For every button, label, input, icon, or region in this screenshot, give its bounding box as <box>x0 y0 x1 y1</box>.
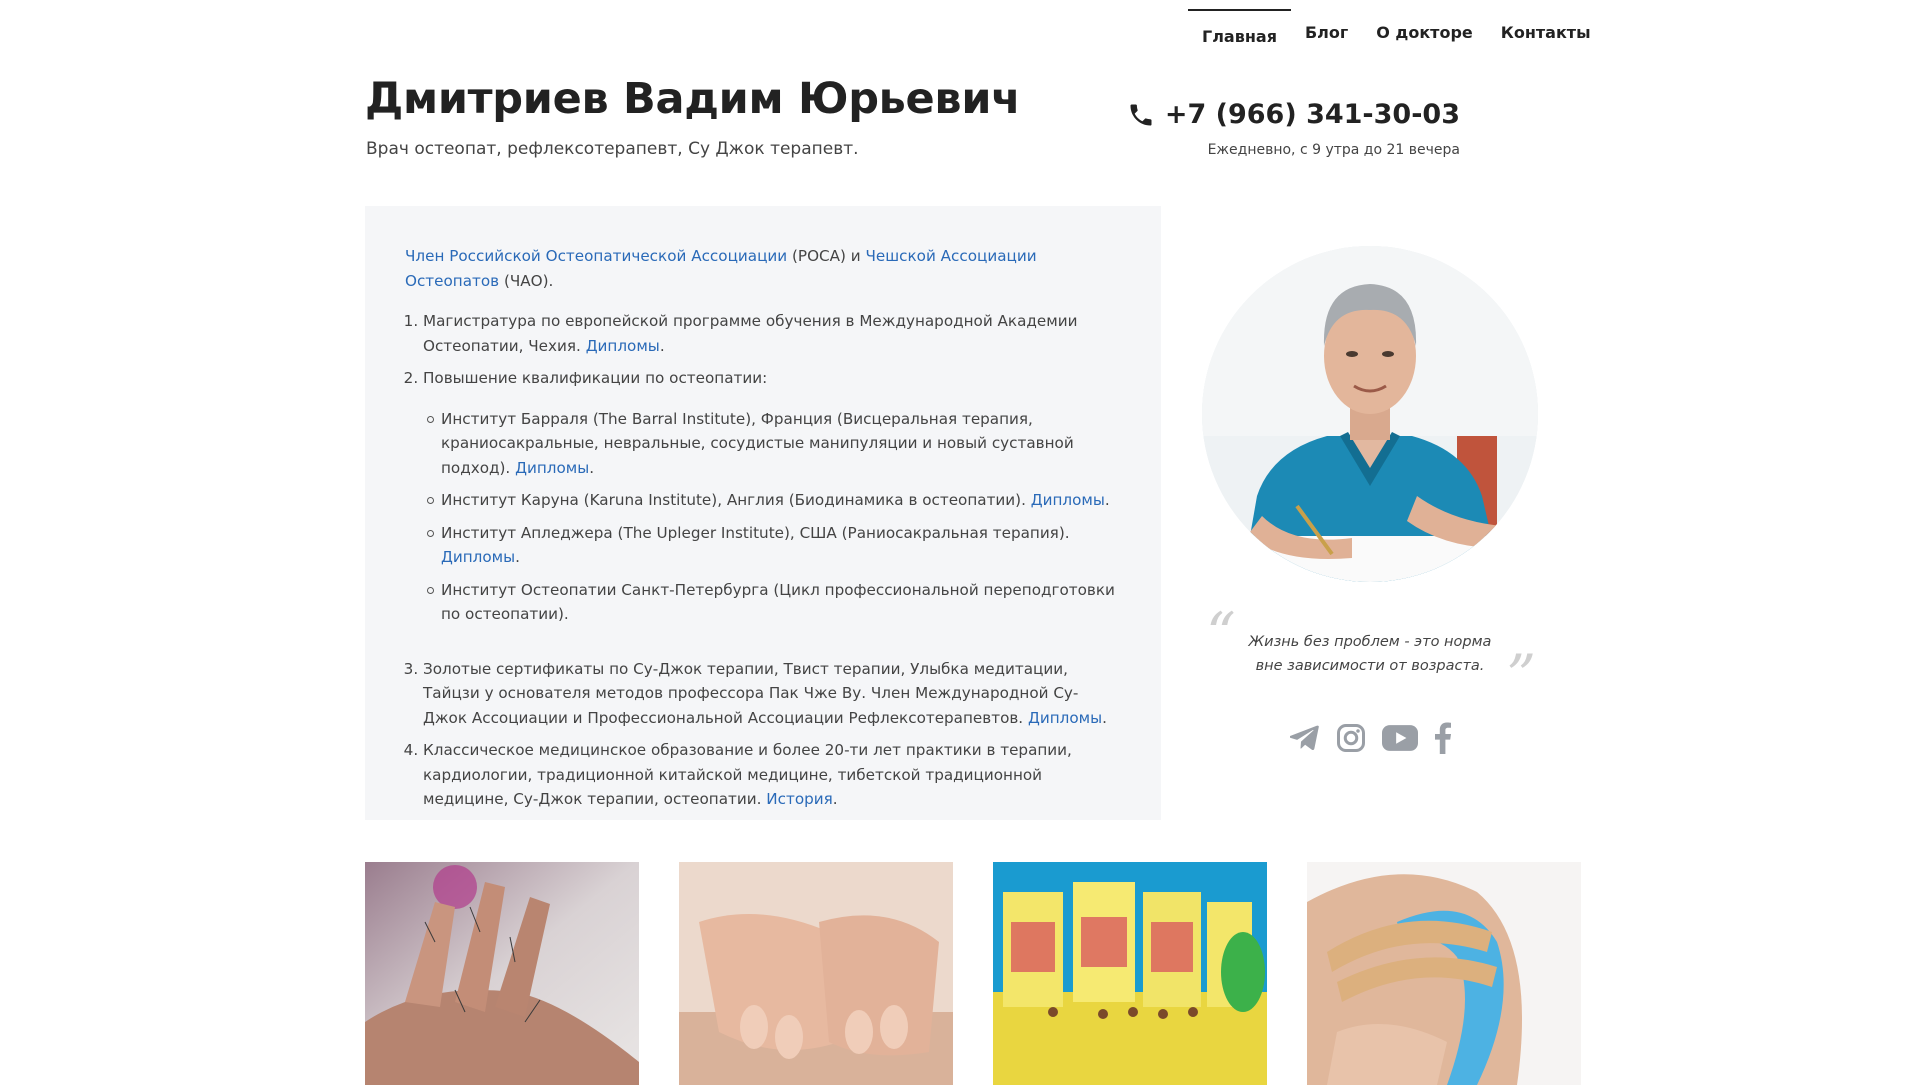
list-item: Классическое медицинское образование и б… <box>423 738 1121 812</box>
quote-text: Жизнь без проблем - это норма вне зависи… <box>1222 630 1518 678</box>
history-link[interactable]: История <box>766 790 833 808</box>
list-item-text: Классическое медицинское образование и б… <box>423 741 1072 808</box>
sublist-item: Институт Барраля (The Barral Institute),… <box>427 407 1121 481</box>
sublist-item-text: Институт Апледжера (The Upleger Institut… <box>441 523 1070 542</box>
list-item: Золотые сертификаты по Су-Джок терапии, … <box>423 657 1121 731</box>
sublist-item-end: . <box>515 548 520 566</box>
membership-paragraph: Член Российской Остеопатической Ассоциац… <box>405 244 1121 293</box>
doctor-photo <box>1202 246 1538 582</box>
list-item-end: . <box>1102 708 1107 727</box>
membership-end: (ЧАО). <box>499 271 554 290</box>
phone-number: +7 (966) 341-30-03 <box>1164 99 1460 130</box>
services-gallery <box>365 862 1621 1085</box>
diplomas-link[interactable]: Дипломы <box>441 548 515 566</box>
close-quote-icon: ” <box>1506 642 1536 710</box>
youtube-icon[interactable] <box>1382 725 1418 751</box>
sublist-item: Институт Каруна (Karuna Institute), Англ… <box>427 488 1121 513</box>
diplomas-link[interactable]: Дипломы <box>586 337 660 355</box>
nav-item-home[interactable]: Главная <box>1188 9 1291 49</box>
tibetan-phyto-boxes-image[interactable] <box>993 862 1267 1085</box>
working-hours: Ежедневно, с 9 утра до 21 вечера <box>1207 142 1460 158</box>
sublist-item: Институт Апледжера (The Upleger Institut… <box>427 521 1121 570</box>
doctor-name: Дмитриев Вадим Юрьевич <box>365 74 1021 124</box>
list-item-end: . <box>832 790 838 808</box>
doctor-tagline: Врач остеопат, рефлексотерапевт, Су Джок… <box>366 139 859 159</box>
list-item-end: . <box>659 336 665 355</box>
diplomas-link[interactable]: Дипломы <box>515 459 589 477</box>
nav-item-blog[interactable]: Блог <box>1291 9 1362 49</box>
sublist-item-text: Институт Каруна (Karuna Institute), Англ… <box>441 491 1031 509</box>
diplomas-link[interactable]: Дипломы <box>1028 709 1102 727</box>
sublist: Институт Барраля (The Barral Institute),… <box>423 407 1121 627</box>
nav-item-about[interactable]: О докторе <box>1362 9 1487 49</box>
credentials-list: Магистратура по европейской программе об… <box>405 309 1121 812</box>
telegram-icon[interactable] <box>1290 725 1320 751</box>
sublist-item-end: . <box>1104 491 1110 509</box>
membership-mid: (РОСА) и <box>787 247 866 265</box>
social-links <box>1290 722 1468 754</box>
credentials-box: Член Российской Остеопатической Ассоциац… <box>365 206 1161 820</box>
diplomas-link[interactable]: Дипломы <box>1031 491 1105 509</box>
facebook-icon[interactable] <box>1434 722 1452 754</box>
quote-line: вне зависимости от возраста. <box>1255 658 1485 674</box>
sublist-item-end: . <box>589 458 595 477</box>
sublist-item: Институт Остеопатии Санкт-Петербурга (Ци… <box>427 578 1121 627</box>
instagram-icon[interactable] <box>1336 723 1366 753</box>
doctor-portrait-illustration <box>1202 246 1538 582</box>
nav-item-contacts[interactable]: Контакты <box>1487 9 1605 49</box>
phone-icon <box>1130 104 1152 125</box>
massage-hands-image[interactable] <box>679 862 953 1085</box>
sublist-item-text: Институт Остеопатии Санкт-Петербурга (Ци… <box>441 580 1115 624</box>
kinesio-tape-shoulder-image[interactable] <box>1307 862 1581 1085</box>
quote-line: Жизнь без проблем - это норма <box>1248 634 1492 650</box>
main-nav: Главная Блог О докторе Контакты <box>1188 9 1605 49</box>
list-item-text: Золотые сертификаты по Су-Джок терапии, … <box>423 659 1079 727</box>
contact-block: +7 (966) 341-30-03 Ежедневно, с 9 утра д… <box>1127 99 1460 158</box>
motto-quote: “ Жизнь без проблем - это норма вне зави… <box>1202 600 1538 710</box>
list-item: Повышение квалификации по остеопатии: Ин… <box>423 366 1121 627</box>
list-item: Магистратура по европейской программе об… <box>423 309 1121 358</box>
list-item-text: Магистратура по европейской программе об… <box>423 312 1078 355</box>
list-item-text: Повышение квалификации по остеопатии: <box>423 369 768 387</box>
rosa-link[interactable]: Член Российской Остеопатической Ассоциац… <box>405 247 787 265</box>
acupuncture-hand-image[interactable] <box>365 862 639 1085</box>
phone-number-link[interactable]: +7 (966) 341-30-03 <box>1127 99 1460 130</box>
